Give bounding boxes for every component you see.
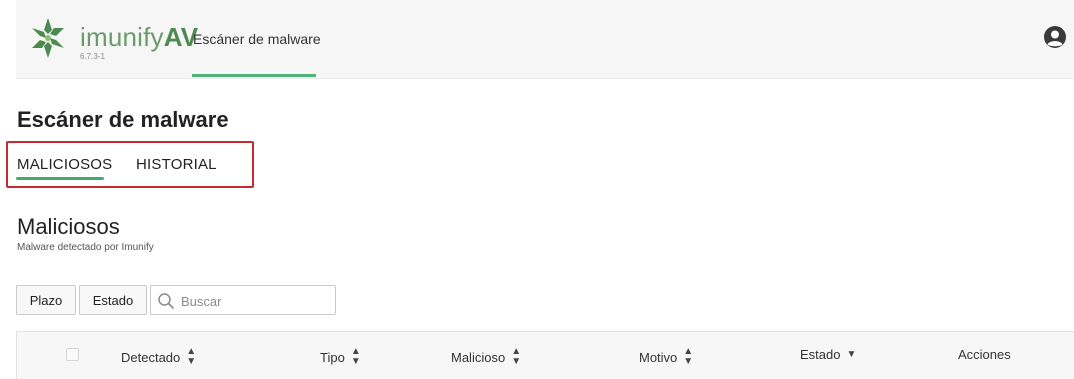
- plazo-filter-button[interactable]: Plazo: [16, 285, 76, 315]
- column-header-malicioso[interactable]: Malicioso ▲ ▼: [451, 347, 521, 367]
- tab-maliciosos[interactable]: MALICIOSOS: [17, 156, 112, 173]
- column-header-motivo[interactable]: Motivo ▲ ▼: [639, 347, 693, 367]
- column-header-detectado[interactable]: Detectado ▲ ▼: [121, 347, 196, 367]
- section-title: Maliciosos: [17, 214, 120, 239]
- user-avatar-icon[interactable]: [1044, 26, 1066, 48]
- version-label: 6.7.3-1: [80, 52, 105, 61]
- brand-light: imunify: [80, 22, 164, 52]
- sort-icon[interactable]: ▲ ▼: [351, 347, 361, 367]
- estado-filter-button[interactable]: Estado: [79, 285, 147, 315]
- column-label: Acciones: [958, 347, 1011, 362]
- top-navigation-bar: imunifyAV 6.7.3-1 Escáner de malware: [16, 0, 1074, 79]
- section-subtitle: Malware detectado por Imunify: [17, 242, 154, 253]
- sort-down-icon[interactable]: ▼: [846, 349, 856, 360]
- column-label: Motivo: [639, 349, 678, 365]
- search-input[interactable]: [179, 290, 333, 312]
- tab-historial[interactable]: HISTORIAL: [136, 156, 217, 173]
- column-header-tipo[interactable]: Tipo ▲ ▼: [320, 347, 361, 367]
- column-header-acciones: Acciones: [958, 347, 1011, 362]
- column-label: Tipo: [320, 349, 345, 365]
- page-title: Escáner de malware: [17, 107, 229, 132]
- select-all-checkbox[interactable]: [66, 348, 79, 361]
- column-header-estado[interactable]: Estado ▼: [800, 347, 856, 362]
- active-tab-indicator: [192, 74, 316, 77]
- sort-icon[interactable]: ▲ ▼: [511, 347, 521, 367]
- active-tab-underline: [16, 177, 104, 180]
- column-label: Malicioso: [451, 349, 506, 365]
- sort-icon[interactable]: ▲ ▼: [683, 347, 693, 367]
- search-box: [150, 285, 336, 315]
- search-icon: [158, 293, 174, 309]
- sort-icon[interactable]: ▲ ▼: [186, 347, 196, 367]
- brand-name: imunifyAV: [80, 22, 198, 52]
- tab-malware-scanner[interactable]: Escáner de malware: [193, 31, 321, 47]
- column-label: Detectado: [121, 349, 181, 365]
- imunify-logo-icon[interactable]: [28, 16, 68, 60]
- column-label: Estado: [800, 347, 841, 362]
